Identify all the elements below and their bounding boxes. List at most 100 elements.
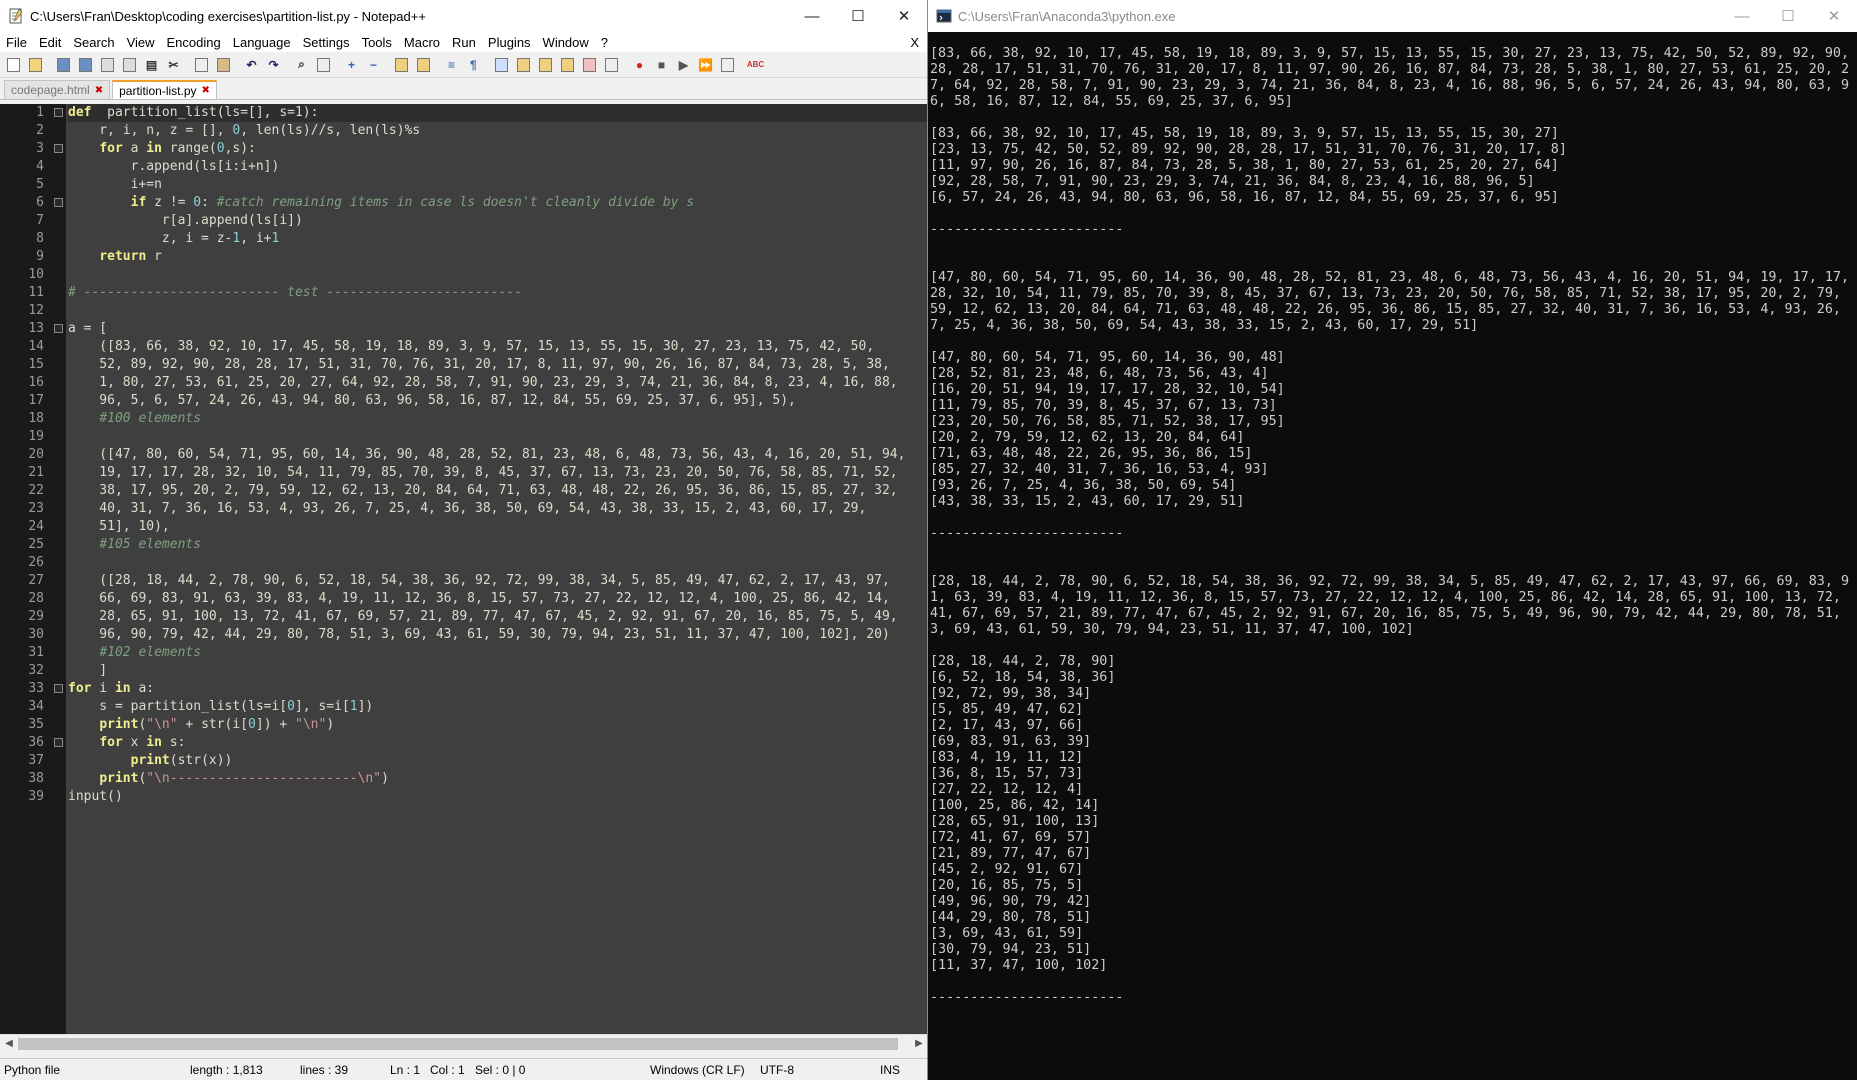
spell-check-icon[interactable]: ABC — [746, 55, 765, 74]
fold-toggle-icon[interactable] — [54, 144, 63, 153]
code-line[interactable]: 51], 10), — [68, 518, 927, 536]
show-all-chars-icon[interactable]: ¶ — [464, 55, 483, 74]
print-icon[interactable]: ▤ — [142, 55, 161, 74]
run-macro-multiple-icon[interactable]: ⏩ — [696, 55, 715, 74]
fold-margin[interactable] — [52, 104, 66, 1034]
word-wrap-icon[interactable]: ≡ — [442, 55, 461, 74]
save-macro-icon[interactable] — [718, 55, 737, 74]
menu-file[interactable]: File — [0, 35, 33, 50]
code-line[interactable]: i+=n — [68, 176, 927, 194]
menu-run[interactable]: Run — [446, 35, 482, 50]
menu-edit[interactable]: Edit — [33, 35, 67, 50]
open-file-icon[interactable] — [26, 55, 45, 74]
fold-toggle-icon[interactable] — [54, 738, 63, 747]
code-line[interactable]: r.append(ls[i:i+n]) — [68, 158, 927, 176]
minimize-button[interactable]: — — [1719, 0, 1765, 32]
console-output[interactable]: [83, 66, 38, 92, 10, 17, 45, 58, 19, 18,… — [930, 46, 1850, 1006]
close-tab-icon[interactable]: ✖ — [202, 85, 210, 96]
code-line[interactable]: ([28, 18, 44, 2, 78, 90, 6, 52, 18, 54, … — [68, 572, 927, 590]
menu-view[interactable]: View — [121, 35, 161, 50]
close-button[interactable]: ✕ — [881, 0, 927, 32]
code-line[interactable]: z, i = z-1, i+1 — [68, 230, 927, 248]
menu-encoding[interactable]: Encoding — [161, 35, 227, 50]
menu-search[interactable]: Search — [67, 35, 120, 50]
maximize-button[interactable]: ☐ — [835, 0, 881, 32]
code-line[interactable]: 28, 65, 91, 100, 13, 72, 41, 67, 69, 57,… — [68, 608, 927, 626]
menu-tools[interactable]: Tools — [356, 35, 398, 50]
code-line[interactable] — [68, 428, 927, 446]
close-all-icon[interactable] — [120, 55, 139, 74]
maximize-button[interactable]: ☐ — [1765, 0, 1811, 32]
close-file-icon[interactable] — [98, 55, 117, 74]
code-line[interactable]: if z != 0: #catch remaining items in cas… — [68, 194, 927, 212]
save-all-icon[interactable] — [76, 55, 95, 74]
record-macro-icon[interactable]: ● — [630, 55, 649, 74]
code-line[interactable]: input() — [68, 788, 927, 806]
fold-toggle-icon[interactable] — [54, 324, 63, 333]
paste-icon[interactable] — [214, 55, 233, 74]
redo-icon[interactable]: ↷ — [264, 55, 283, 74]
console-titlebar[interactable]: C:\Users\Fran\Anaconda3\python.exe — ☐ ✕ — [928, 0, 1857, 32]
zoom-in-icon[interactable]: + — [342, 55, 361, 74]
menu-macro[interactable]: Macro — [398, 35, 446, 50]
code-line[interactable]: print(str(x)) — [68, 752, 927, 770]
code-line[interactable]: print("\n------------------------\n") — [68, 770, 927, 788]
sync-vertical-icon[interactable] — [392, 55, 411, 74]
code-line[interactable]: 19, 17, 17, 28, 32, 10, 54, 11, 79, 85, … — [68, 464, 927, 482]
code-editor[interactable]: 1 2 3 4 5 6 7 8 9 10 11 12 13 14 15 16 17 18 19 20 21 22 23 24 2… — [0, 104, 927, 1034]
code-line[interactable]: 96, 90, 79, 42, 44, 29, 80, 78, 51, 3, 6… — [68, 626, 927, 644]
code-line[interactable]: for i in a: — [68, 680, 927, 698]
code-line[interactable]: 38, 17, 95, 20, 2, 79, 59, 12, 62, 13, 2… — [68, 482, 927, 500]
code-area[interactable]: def partition_list(ls=[], s=1): r, i, n,… — [66, 104, 927, 1034]
horizontal-scrollbar[interactable]: ◀ ▶ — [0, 1034, 927, 1052]
minimize-button[interactable]: — — [789, 0, 835, 32]
function-list-icon[interactable] — [558, 55, 577, 74]
menu-settings[interactable]: Settings — [297, 35, 356, 50]
code-line[interactable]: ] — [68, 662, 927, 680]
find-icon[interactable]: ⌕ — [292, 55, 311, 74]
code-line[interactable]: # ------------------------- test -------… — [68, 284, 927, 302]
new-file-icon[interactable] — [4, 55, 23, 74]
code-line[interactable]: 40, 31, 7, 36, 16, 53, 4, 93, 26, 7, 25,… — [68, 500, 927, 518]
undo-icon[interactable]: ↶ — [242, 55, 261, 74]
zoom-out-icon[interactable]: − — [364, 55, 383, 74]
fold-toggle-icon[interactable] — [54, 198, 63, 207]
tab-codepage-html[interactable]: codepage.html ✖ — [4, 80, 111, 99]
code-line[interactable]: 52, 89, 92, 90, 28, 28, 17, 51, 31, 70, … — [68, 356, 927, 374]
folder-workspace-icon[interactable] — [580, 55, 599, 74]
code-line[interactable]: 1, 80, 27, 53, 61, 25, 20, 27, 64, 92, 2… — [68, 374, 927, 392]
monitor-icon[interactable] — [602, 55, 621, 74]
play-macro-icon[interactable]: ▶ — [674, 55, 693, 74]
close-tab-icon[interactable]: ✖ — [95, 85, 103, 96]
replace-icon[interactable] — [314, 55, 333, 74]
code-line[interactable]: ([47, 80, 60, 54, 71, 95, 60, 14, 36, 90… — [68, 446, 927, 464]
scroll-right-icon[interactable]: ▶ — [910, 1038, 927, 1049]
code-line[interactable]: def partition_list(ls=[], s=1): — [68, 104, 927, 122]
code-line[interactable]: for a in range(0,s): — [68, 140, 927, 158]
code-line[interactable]: ([83, 66, 38, 92, 10, 17, 45, 58, 19, 18… — [68, 338, 927, 356]
code-line[interactable]: for x in s: — [68, 734, 927, 752]
indent-guide-icon[interactable] — [492, 55, 511, 74]
doc-map-icon[interactable] — [536, 55, 555, 74]
scroll-thumb[interactable] — [18, 1038, 898, 1050]
fold-toggle-icon[interactable] — [54, 108, 63, 117]
code-line[interactable]: s = partition_list(ls=i[0], s=i[1]) — [68, 698, 927, 716]
save-icon[interactable] — [54, 55, 73, 74]
code-line[interactable]: 66, 69, 83, 91, 63, 39, 83, 4, 19, 11, 1… — [68, 590, 927, 608]
code-line[interactable]: print("\n" + str(i[0]) + "\n") — [68, 716, 927, 734]
code-line[interactable] — [68, 266, 927, 284]
code-line[interactable]: #102 elements — [68, 644, 927, 662]
copy-icon[interactable] — [192, 55, 211, 74]
code-line[interactable]: #105 elements — [68, 536, 927, 554]
code-line[interactable] — [68, 302, 927, 320]
code-line[interactable]: a = [ — [68, 320, 927, 338]
code-line[interactable]: r, i, n, z = [], 0, len(ls)//s, len(ls)%… — [68, 122, 927, 140]
close-document-button[interactable]: X — [904, 35, 927, 50]
menu-plugins[interactable]: Plugins — [482, 35, 537, 50]
scroll-left-icon[interactable]: ◀ — [0, 1038, 18, 1049]
menu-window[interactable]: Window — [537, 35, 595, 50]
sync-horizontal-icon[interactable] — [414, 55, 433, 74]
code-line[interactable]: #100 elements — [68, 410, 927, 428]
menu-[interactable]: ? — [595, 35, 614, 50]
stop-macro-icon[interactable]: ■ — [652, 55, 671, 74]
